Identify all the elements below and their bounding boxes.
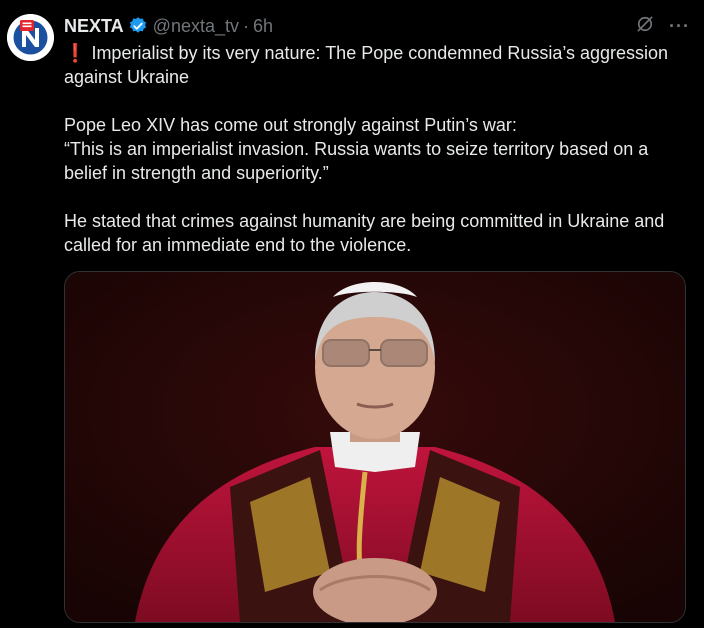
tweet-timestamp[interactable]: 6h [253, 16, 273, 37]
header-separator: · [243, 15, 249, 36]
tweet-paragraph: He stated that crimes against humanity a… [64, 211, 665, 255]
pope-photo [65, 272, 685, 622]
tweet-image[interactable] [64, 271, 686, 623]
author-handle[interactable]: @nexta_tv [153, 16, 239, 37]
tweet-headline: ❗ Imperialist by its very nature: The Po… [64, 41, 692, 89]
tweet-text: ❗ Imperialist by its very nature: The Po… [64, 41, 692, 281]
tweet-paragraph: Pope Leo XIV has come out strongly again… [64, 115, 649, 183]
verified-badge-icon [128, 16, 148, 36]
more-options-icon[interactable]: ··· [669, 17, 690, 35]
tweet-header: NEXTA @nexta_tv · 6h ··· [64, 13, 690, 39]
exclamation-icon: ❗ [64, 43, 87, 63]
author-name[interactable]: NEXTA [64, 16, 124, 37]
author-avatar[interactable] [7, 14, 54, 61]
grok-icon[interactable] [635, 14, 655, 39]
nexta-logo-icon [7, 14, 54, 61]
headline-text: Imperialist by its very nature: The Pope… [64, 43, 669, 87]
tweet-actions: ··· [635, 14, 690, 39]
